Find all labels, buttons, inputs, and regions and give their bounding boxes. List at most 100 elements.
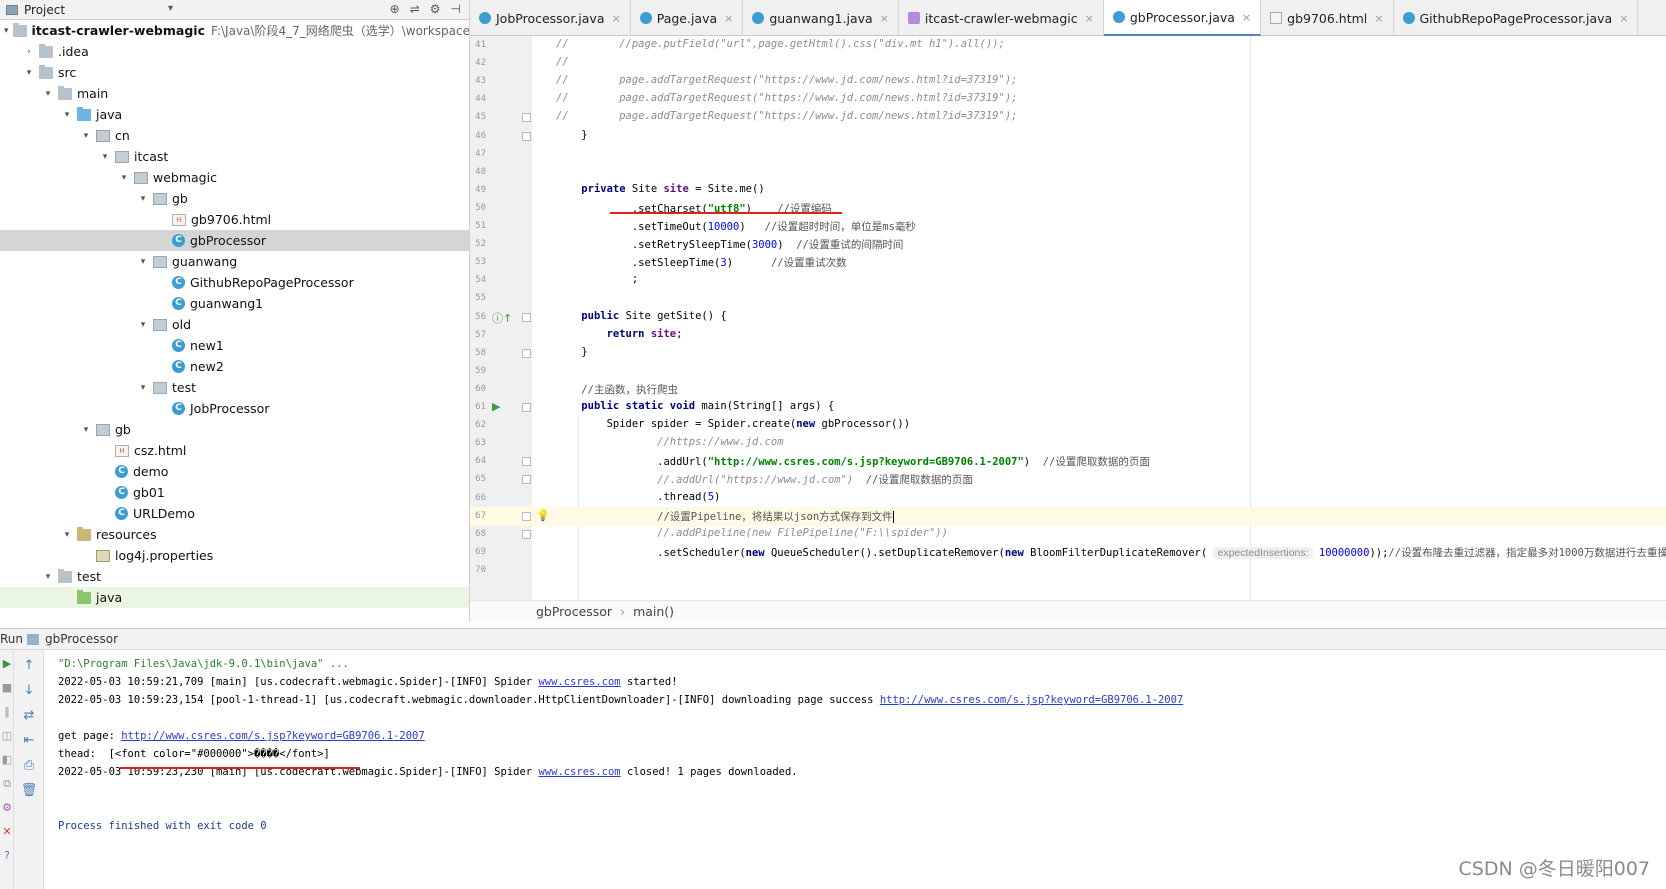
print-icon[interactable]: ⎙ [18,756,40,776]
editor-tab[interactable]: GithubRepoPageProcessor.java × [1394,0,1639,36]
fold-marker-icon[interactable] [522,457,531,467]
chevron-down-icon[interactable]: ▾ [99,152,111,162]
gear-icon[interactable]: ⚙ [430,2,441,16]
chevron-down-icon[interactable]: ▾ [118,173,130,183]
chevron-down-icon[interactable]: ▾ [61,110,73,120]
hide-panel-icon[interactable]: ⊣ [451,2,461,16]
scroll-down-icon[interactable]: ↓ [18,681,40,701]
editor-tab[interactable]: gb9706.html × [1261,0,1394,36]
tree-item[interactable]: Cnew1 [0,335,469,356]
editor-tab[interactable]: guanwang1.java × [743,0,899,36]
tree-item[interactable]: ▾ cn [0,125,469,146]
console-output[interactable]: "D:\Program Files\Java\jdk-9.0.1\bin\jav… [58,650,1658,889]
chevron-down-icon[interactable]: ▾ [23,68,35,78]
close-icon[interactable]: × [1619,12,1628,25]
fold-marker-icon[interactable] [522,529,531,539]
close-icon[interactable]: × [724,12,733,25]
trash-icon[interactable]: 🗑 [18,781,40,801]
close-icon[interactable]: ✕ [0,824,14,840]
editor-tab[interactable]: itcast-crawler-webmagic × [899,0,1104,36]
tree-item[interactable]: C JobProcessor [0,398,469,419]
tree-item[interactable]: Hcsz.html [0,440,469,461]
chevron-right-icon[interactable]: › [23,47,35,57]
fold-marker-icon[interactable] [522,113,531,123]
console-link[interactable]: http://www.csres.com/s.jsp?keyword=GB970… [880,694,1183,706]
fold-marker-icon[interactable] [522,475,531,485]
stop-icon[interactable]: ■ [0,680,14,696]
breadcrumb-class[interactable]: gbProcessor [536,604,612,619]
run-icon[interactable]: ▶ [0,656,14,672]
restore-icon[interactable]: ⧉ [0,776,14,792]
scroll-to-end-icon[interactable]: ⇤ [18,731,40,751]
fold-marker-icon[interactable] [522,511,531,521]
tree-item[interactable]: ▾ java [0,104,469,125]
fold-marker-icon[interactable] [522,312,531,322]
tree-item[interactable]: java [0,587,469,608]
close-icon[interactable]: × [880,12,889,25]
project-view-selector[interactable]: Project [24,3,65,17]
code-line: 58 } [470,344,1666,363]
editor-tab[interactable]: gbProcessor.java × [1103,0,1262,36]
fold-marker-icon[interactable] [522,348,531,358]
settings-icon[interactable]: ⚙ [0,800,14,816]
locate-icon[interactable]: ⊕ [390,2,400,16]
layout-icon[interactable]: ◧ [0,752,14,768]
scroll-up-icon[interactable]: ↑ [18,656,40,676]
tree-item[interactable]: Hgb9706.html [0,209,469,230]
collapse-all-icon[interactable]: ⇌ [410,2,420,16]
tree-item[interactable]: Cgb01 [0,482,469,503]
tree-item[interactable]: ▾ test [0,566,469,587]
editor-tab[interactable]: JobProcessor.java × [470,0,631,36]
tree-item[interactable]: ▾ resources [0,524,469,545]
tree-item[interactable]: Cnew2 [0,356,469,377]
close-icon[interactable]: × [612,12,621,25]
soft-wrap-icon[interactable]: ⇄ [18,706,40,726]
chevron-down-icon[interactable]: ▾ [137,383,149,393]
help-icon[interactable]: ? [0,848,14,864]
fold-marker-icon[interactable] [522,131,531,141]
override-gutter-icon[interactable]: ⓘ↑ [492,310,512,326]
pause-icon[interactable]: ‖ [0,704,14,720]
close-icon[interactable]: × [1374,12,1383,25]
close-icon[interactable]: × [1085,12,1094,25]
code-editor[interactable]: 41 // //page.putField("url",page.getHtml(… [470,36,1666,600]
tree-item[interactable]: Cdemo [0,461,469,482]
dump-icon[interactable]: ◫ [0,728,14,744]
tree-item[interactable]: › .idea [0,41,469,62]
tree-item[interactable]: C URLDemo [0,503,469,524]
editor-tab[interactable]: Page.java × [631,0,744,36]
chevron-down-icon[interactable]: ▾ [4,26,9,36]
chevron-down-icon[interactable]: ▾ [80,425,92,435]
tree-item[interactable]: ▾ old [0,314,469,335]
chevron-down-icon[interactable]: ▾ [61,530,73,540]
run-tab-gbprocessor[interactable]: gbProcessor [45,632,118,646]
lightbulb-icon[interactable]: 💡 [536,509,550,522]
tree-item[interactable]: ▾ gb [0,188,469,209]
tree-item[interactable]: Cguanwang1 [0,293,469,314]
chevron-down-icon[interactable]: ▾ [42,89,54,99]
fold-marker-icon[interactable] [522,403,531,412]
run-gutter-icon[interactable]: ▶ [492,400,500,413]
tree-item[interactable]: ▾ webmagic [0,167,469,188]
tree-item[interactable]: ▾ itcast-crawler-webmagic F:\Java\阶段4_7_网络… [0,20,469,41]
tree-item[interactable]: ▾ src [0,62,469,83]
tree-item[interactable]: ▾ test [0,377,469,398]
console-link[interactable]: www.csres.com [538,676,620,688]
tree-item[interactable]: ▾ itcast [0,146,469,167]
console-link[interactable]: http://www.csres.com/s.jsp?keyword=GB970… [121,730,424,742]
chevron-down-icon[interactable]: ▾ [137,320,149,330]
tree-item[interactable]: log4j.properties [0,545,469,566]
tree-item[interactable]: CgbProcessor [0,230,469,251]
tree-item[interactable]: ▾ main [0,83,469,104]
breadcrumb-method[interactable]: main() [633,604,674,619]
tree-item[interactable]: C GithubRepoPageProcessor [0,272,469,293]
chevron-down-icon[interactable]: ▾ [168,3,173,14]
chevron-down-icon[interactable]: ▾ [80,131,92,141]
chevron-down-icon[interactable]: ▾ [137,257,149,267]
close-icon[interactable]: × [1242,11,1251,24]
tree-item[interactable]: ▾ guanwang [0,251,469,272]
tree-item[interactable]: ▾ gb [0,419,469,440]
chevron-down-icon[interactable]: ▾ [137,194,149,204]
console-link[interactable]: www.csres.com [538,766,620,778]
chevron-down-icon[interactable]: ▾ [42,572,54,582]
